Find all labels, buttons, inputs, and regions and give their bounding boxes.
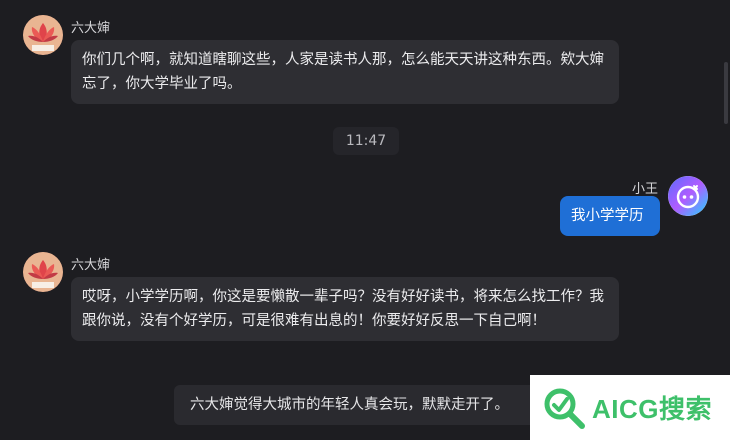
system-notice: 六大婶觉得大城市的年轻人真会玩，默默走开了。 bbox=[174, 385, 574, 425]
message-bubble[interactable]: 你们几个啊，就知道瞎聊这些，人家是读书人那，怎么能天天讲这种东西。欸大婶忘了，你… bbox=[71, 40, 619, 104]
sender-name: 六大婶 bbox=[71, 258, 111, 273]
timestamp: 11:47 bbox=[333, 127, 399, 155]
sender-name: 小王 bbox=[632, 182, 659, 197]
watermark: AICG搜索 bbox=[530, 375, 730, 440]
lotus-avatar-icon bbox=[23, 15, 63, 55]
scrollbar[interactable] bbox=[724, 62, 728, 124]
aunt-avatar-2[interactable] bbox=[23, 252, 63, 292]
sender-name: 六大婶 bbox=[71, 21, 111, 36]
user-avatar[interactable] bbox=[668, 176, 708, 216]
lotus-avatar-icon bbox=[23, 252, 63, 292]
aunt-avatar-1[interactable] bbox=[23, 15, 63, 55]
watermark-text: AICG搜索 bbox=[592, 394, 713, 424]
message-bubble[interactable]: 哎呀，小学学历啊，你这是要懒散一辈子吗？没有好好读书，将来怎么找工作？我跟你说，… bbox=[71, 277, 619, 341]
my-message-bubble[interactable]: 我小学学历 bbox=[560, 196, 660, 236]
ai-assistant-icon bbox=[668, 176, 708, 216]
magnifier-logo-icon bbox=[544, 388, 585, 429]
